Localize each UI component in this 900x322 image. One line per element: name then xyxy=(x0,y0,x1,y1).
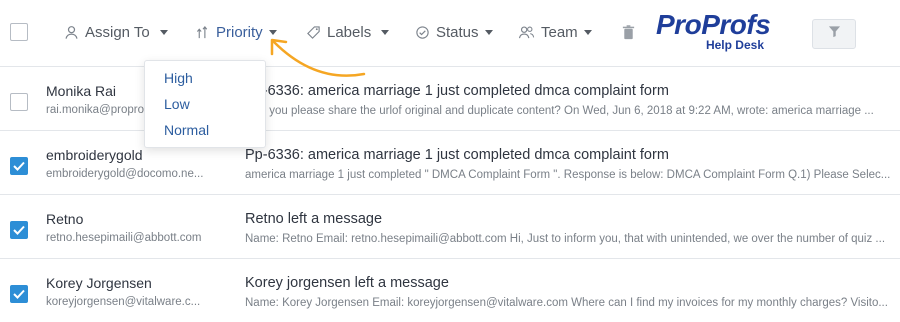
requester-name: Monika Rai xyxy=(46,83,117,99)
ticket-subject[interactable]: Pp-6336: america marriage 1 just complet… xyxy=(245,83,669,99)
status-label: Status xyxy=(436,23,479,41)
priority-option-high[interactable]: High xyxy=(164,70,193,86)
priority-option-low[interactable]: Low xyxy=(164,96,190,112)
ticket-preview: america marriage 1 just completed " DMCA… xyxy=(245,169,891,181)
select-all-checkbox[interactable] xyxy=(10,23,28,41)
ticket-row[interactable]: Monika Rai rai.monika@proprofs.com Pp-63… xyxy=(0,67,900,131)
ticket-preview: Name: Retno Email: retno.hesepimaili@abb… xyxy=(245,233,886,245)
chevron-down-icon xyxy=(159,29,168,35)
check-icon xyxy=(13,289,25,299)
ticket-row[interactable]: Retno retno.hesepimaili@abbott.com Retno… xyxy=(0,195,900,259)
check-icon xyxy=(13,225,25,235)
ticket-preview: Name: Korey Jorgensen Email: koreyjorgen… xyxy=(245,297,888,309)
team-label: Team xyxy=(541,23,578,41)
chevron-down-icon xyxy=(583,29,592,35)
requester-email: koreyjorgensen@vitalware.c... xyxy=(46,296,201,308)
requester-name: Retno xyxy=(46,211,84,227)
proprofs-logo: ProProfs Help Desk xyxy=(656,9,771,53)
chevron-down-icon xyxy=(484,29,493,35)
delete-button[interactable] xyxy=(622,22,635,42)
priority-icon xyxy=(196,25,210,40)
user-icon xyxy=(64,25,79,40)
requester-name: Korey Jorgensen xyxy=(46,275,152,291)
priority-option-normal[interactable]: Normal xyxy=(164,122,209,138)
row-checkbox[interactable] xyxy=(10,157,28,175)
row-checkbox[interactable] xyxy=(10,93,28,111)
row-checkbox[interactable] xyxy=(10,285,28,303)
ticket-subject[interactable]: Pp-6336: america marriage 1 just complet… xyxy=(245,147,669,163)
chevron-down-icon xyxy=(381,29,390,35)
priority-dropdown-menu: High Low Normal xyxy=(144,60,266,148)
filter-button[interactable] xyxy=(812,19,856,49)
status-dropdown[interactable]: Status xyxy=(415,22,493,42)
team-dropdown[interactable]: Team xyxy=(518,22,592,42)
assign-to-dropdown[interactable]: Assign To xyxy=(64,22,168,42)
status-check-icon xyxy=(415,25,430,40)
assign-to-label: Assign To xyxy=(85,23,150,41)
filter-icon xyxy=(828,25,841,43)
ticket-row[interactable]: embroiderygold embroiderygold@docomo.ne.… xyxy=(0,131,900,195)
ticket-subject[interactable]: Retno left a message xyxy=(245,211,382,227)
ticket-preview: Can you please share the urlof original … xyxy=(245,105,874,117)
ticket-toolbar: Assign To Priority Labels Status Team Pr… xyxy=(0,0,900,67)
requester-email: retno.hesepimaili@abbott.com xyxy=(46,232,202,244)
annotation-arrow-icon xyxy=(270,38,366,77)
logo-subtitle: Help Desk xyxy=(705,38,764,52)
check-icon xyxy=(13,161,25,171)
ticket-subject[interactable]: Korey jorgensen left a message xyxy=(245,275,449,291)
trash-icon xyxy=(622,24,635,40)
row-checkbox[interactable] xyxy=(10,221,28,239)
requester-email: embroiderygold@docomo.ne... xyxy=(46,168,204,180)
priority-label: Priority xyxy=(216,23,263,41)
ticket-row[interactable]: Korey Jorgensen koreyjorgensen@vitalware… xyxy=(0,259,900,322)
requester-name: embroiderygold xyxy=(46,147,143,163)
team-icon xyxy=(518,25,535,40)
